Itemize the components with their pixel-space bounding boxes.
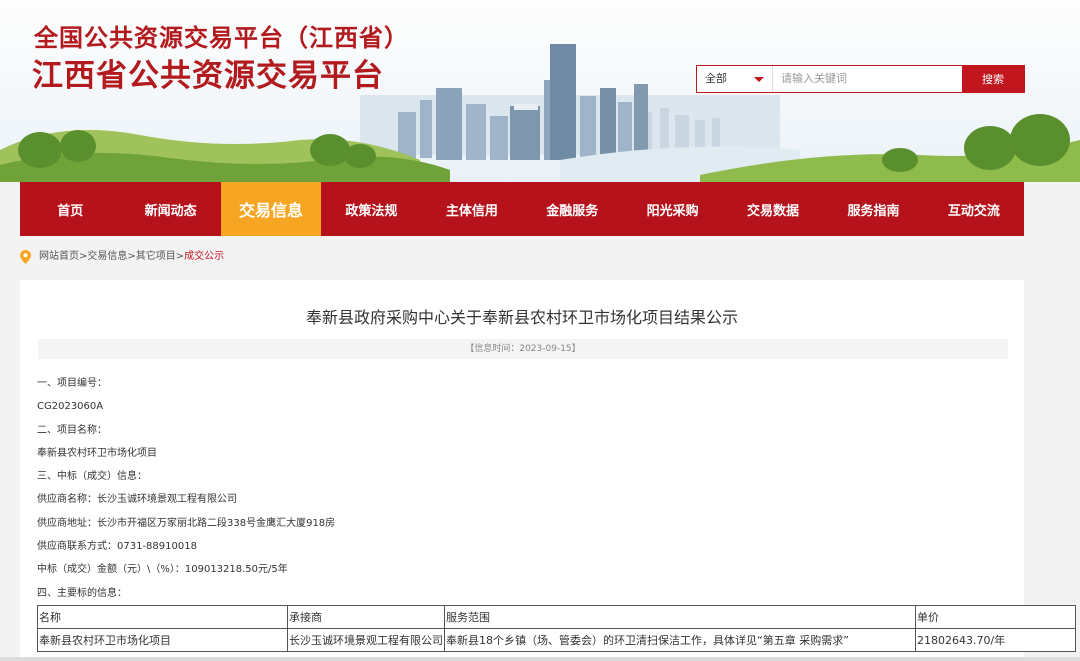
- breadcrumb: 网站首页 > 交易信息 > 其它项目 > 成交公示: [20, 249, 224, 265]
- chevron-down-icon: [754, 77, 764, 82]
- search-icon: [697, 66, 709, 78]
- project-name: 奉新县农村环卫市场化项目: [37, 447, 157, 459]
- breadcrumb-transactions[interactable]: 交易信息: [87, 249, 127, 265]
- nav-item-finance[interactable]: 金融服务: [522, 182, 622, 236]
- nav-item-interaction[interactable]: 互动交流: [924, 182, 1024, 236]
- platform-provincial-title: 江西省公共资源交易平台: [32, 58, 384, 94]
- search-bar: 全部 搜索: [696, 65, 1025, 93]
- table-header-row: 名称 承接商 服务范围 单价: [37, 605, 1076, 629]
- article-meta: 【信息时间：2023-09-15】: [38, 339, 1008, 359]
- section-heading: 二、项目名称：: [37, 424, 107, 436]
- section-heading: 四、主要标的信息：: [37, 587, 127, 599]
- nav-item-procurement[interactable]: 阳光采购: [622, 182, 722, 236]
- nav-item-home[interactable]: 首页: [20, 182, 120, 236]
- breadcrumb-other-projects[interactable]: 其它项目: [136, 249, 176, 265]
- article-title: 奉新县政府采购中心关于奉新县农村环卫市场化项目结果公示: [305, 308, 738, 327]
- header-banner: 全国公共资源交易平台（江西省） 江西省公共资源交易平台 全部 搜索: [0, 0, 1080, 182]
- nav-item-credit[interactable]: 主体信用: [422, 182, 522, 236]
- search-input[interactable]: [773, 66, 962, 92]
- table-header-cell: 单价: [915, 605, 1076, 629]
- breadcrumb-home[interactable]: 网站首页: [39, 249, 79, 265]
- search-button[interactable]: 搜索: [697, 66, 1024, 92]
- table-cell: 长沙玉诚环境景观工程有限公司: [287, 628, 445, 652]
- nav-item-news[interactable]: 新闻动态: [120, 182, 220, 236]
- breadcrumb-separator: >: [175, 251, 185, 262]
- search-button-label: 搜索: [982, 73, 1004, 86]
- section-heading: 三、中标（成交）信息：: [37, 471, 147, 483]
- table-cell: 21802643.70/年: [915, 628, 1076, 652]
- bid-amount: 中标（成交）金额（元）\（%）：109013218.50元/5年: [37, 564, 288, 576]
- nav-item-transactions[interactable]: 交易信息: [220, 182, 322, 236]
- breadcrumb-current: 成交公示: [184, 251, 225, 262]
- platform-national-title: 全国公共资源交易平台（江西省）: [34, 24, 409, 52]
- supplier-name: 供应商名称：长沙玉诚环境景观工程有限公司: [37, 494, 237, 506]
- section-heading: 一、项目编号：: [37, 378, 107, 389]
- nav-item-guide[interactable]: 服务指南: [823, 182, 923, 236]
- nav-item-policies[interactable]: 政策法规: [321, 182, 421, 236]
- table-header-cell: 承接商: [287, 605, 445, 629]
- table-row: 奉新县农村环卫市场化项目 长沙玉诚环境景观工程有限公司 奉新县18个乡镇（场、管…: [37, 628, 1076, 652]
- table-header-cell: 名称: [37, 605, 288, 629]
- project-number: CG2023060A: [37, 401, 104, 413]
- article-body: 一、项目编号： CG2023060A 二、项目名称： 奉新县农村环卫市场化项目 …: [37, 372, 335, 605]
- breadcrumb-separator: >: [79, 251, 88, 262]
- table-header-cell: 服务范围: [444, 605, 916, 629]
- supplier-address: 供应商地址：长沙市开福区万家丽北路二段338号金鹰汇大厦918房: [37, 517, 336, 529]
- article-panel: 奉新县政府采购中心关于奉新县农村环卫市场化项目结果公示 【信息时间：2023-0…: [20, 280, 1024, 661]
- supplier-contact: 供应商联系方式：0731-88910018: [37, 541, 197, 553]
- nav-item-data[interactable]: 交易数据: [723, 182, 823, 236]
- location-pin-icon: [20, 250, 31, 264]
- horizontal-scrollbar[interactable]: [0, 657, 1080, 661]
- table-cell: 奉新县18个乡镇（场、管委会）的环卫清扫保洁工作，具体详见“第五章 采购需求”: [444, 628, 916, 652]
- main-nav: 首页 新闻动态 交易信息 政策法规 主体信用 金融服务 阳光采购 交易数据 服务…: [20, 182, 1024, 236]
- results-table: 名称 承接商 服务范围 单价 奉新县农村环卫市场化项目 长沙玉诚环境景观工程有限…: [37, 605, 1076, 652]
- table-cell: 奉新县农村环卫市场化项目: [37, 628, 288, 652]
- breadcrumb-separator: >: [127, 251, 136, 262]
